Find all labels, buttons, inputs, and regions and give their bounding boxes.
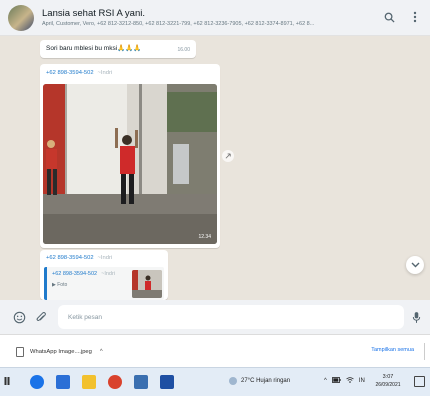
weather-widget[interactable]: 27°C Hujan ringan [229, 377, 290, 385]
mail-icon[interactable] [56, 375, 70, 389]
battery-icon[interactable] [331, 377, 341, 385]
whatsapp-window: Lansia sehat RSI A yani. April, Customer… [0, 0, 430, 396]
chrome-icon[interactable] [30, 375, 44, 389]
quoted-thumbnail [132, 270, 162, 298]
sender-name: ~Indri [97, 70, 113, 76]
microphone-icon[interactable] [409, 310, 423, 324]
forward-icon[interactable] [222, 150, 234, 162]
message-bubble[interactable]: Sori baru mblesi bu mksi🙏🙏🙏 16.00 [40, 40, 196, 58]
file-icon [16, 347, 24, 357]
notification-icon[interactable] [414, 376, 425, 387]
message-input[interactable] [58, 305, 404, 329]
taskbar-clock[interactable]: 3:07 26/09/2021 [372, 374, 404, 388]
message-composer [0, 300, 430, 334]
scroll-down-button[interactable] [406, 256, 424, 274]
show-all-link[interactable]: Tampilkan semua [371, 347, 414, 353]
language-indicator[interactable]: IN [359, 378, 365, 384]
browser-icon[interactable] [108, 375, 122, 389]
windows-taskbar: 27°C Hujan ringan ^ IN 3:07 26/09/2021 [0, 367, 430, 396]
message-text: Sori baru mblesi bu mksi🙏🙏🙏 [46, 45, 142, 52]
tray-expand-icon[interactable]: ^ [324, 378, 327, 384]
store-icon[interactable] [134, 375, 148, 389]
photo-time: 12.34 [198, 234, 211, 240]
download-bar: WhatsApp Image....jpeg ^ Tampilkan semua [0, 334, 430, 367]
download-file-name: WhatsApp Image....jpeg [30, 349, 92, 355]
sender-phone: +62 898-3594-502 [46, 255, 94, 261]
photo-scene [43, 84, 217, 244]
clock-time: 3:07 [382, 374, 394, 380]
quoted-sender: +62 898-3594-502 ~Indri [52, 271, 115, 277]
sender-name: ~Indri [97, 255, 113, 261]
word-icon[interactable] [160, 375, 174, 389]
quoted-message[interactable]: +62 898-3594-502 ~Indri ▶ Foto [44, 267, 164, 300]
group-members: April, Customer, Vero, +62 812-3212-850,… [42, 21, 315, 27]
weather-text: 27°C Hujan ringan [241, 378, 291, 384]
chat-header[interactable]: Lansia sehat RSI A yani. April, Customer… [0, 0, 430, 36]
file-explorer-icon[interactable] [82, 375, 96, 389]
message-list[interactable]: Sori baru mblesi bu mksi🙏🙏🙏 16.00 +62 89… [0, 36, 430, 300]
clock-date: 26/09/2021 [375, 382, 401, 388]
message-sender[interactable]: +62 898-3594-502 ~Indri [46, 70, 112, 76]
download-options-icon[interactable]: ^ [100, 349, 103, 355]
paperclip-icon[interactable] [34, 310, 48, 324]
chevron-down-icon [411, 262, 419, 268]
group-avatar[interactable] [8, 4, 34, 31]
task-view-icon[interactable] [4, 376, 10, 388]
emoji-icon[interactable] [12, 310, 26, 324]
cloud-rain-icon [229, 377, 237, 385]
quoted-sender-name: ~Indri [101, 271, 116, 277]
header-actions [382, 10, 422, 24]
message-sender[interactable]: +62 898-3594-502 ~Indri [46, 255, 112, 261]
wifi-icon[interactable] [346, 377, 354, 385]
system-tray: ^ IN [324, 377, 365, 385]
message-photo[interactable]: 12.34 [43, 84, 217, 244]
reply-message-bubble[interactable]: +62 898-3594-502 ~Indri +62 898-3594-502 ~… [40, 250, 168, 300]
search-icon[interactable] [382, 10, 396, 24]
sender-phone: +62 898-3594-502 [46, 70, 94, 76]
chat-header-info[interactable]: Lansia sehat RSI A yani. April, Customer… [42, 8, 372, 27]
chat-title: Lansia sehat RSI A yani. [42, 8, 145, 19]
image-message-bubble[interactable]: +62 898-3594-502 ~Indri 12.34 [40, 64, 220, 248]
download-item[interactable]: WhatsApp Image....jpeg ^ [16, 344, 134, 360]
quoted-sender-phone: +62 898-3594-502 [52, 271, 98, 277]
menu-icon[interactable] [408, 10, 422, 24]
download-bar-divider [424, 343, 425, 360]
message-time: 16.00 [177, 47, 190, 53]
quoted-text: ▶ Foto [52, 282, 68, 288]
